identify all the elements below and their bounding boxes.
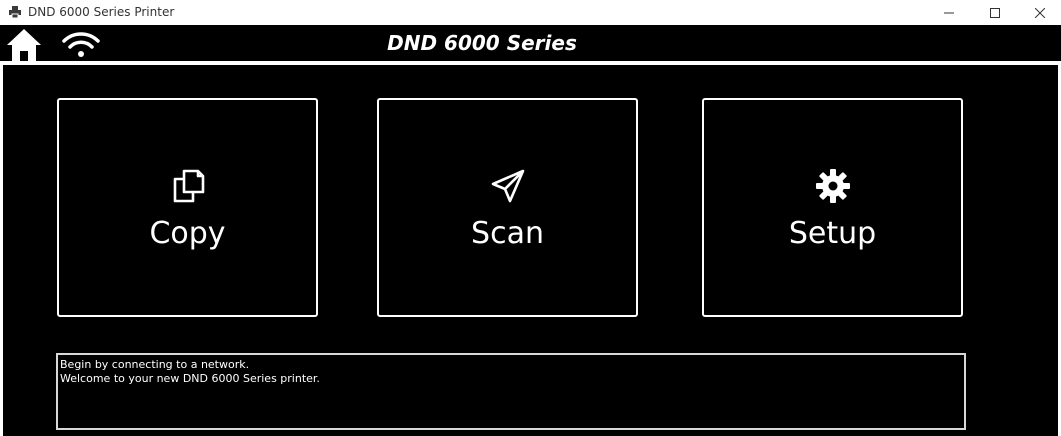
window-title: DND 6000 Series Printer bbox=[28, 5, 175, 19]
status-line: Begin by connecting to a network. bbox=[60, 358, 250, 371]
copy-icon bbox=[173, 169, 204, 203]
scan-tile-button[interactable]: Scan bbox=[377, 98, 638, 317]
gear-icon-wrap bbox=[704, 166, 961, 206]
close-button[interactable] bbox=[1017, 0, 1061, 25]
paper-plane-icon bbox=[491, 169, 524, 203]
gear-icon bbox=[815, 169, 850, 203]
header-bar: DND 6000 Series bbox=[0, 25, 1061, 61]
title-bar[interactable]: DND 6000 Series Printer bbox=[0, 0, 1061, 25]
setup-label: Setup bbox=[788, 216, 877, 251]
paper-plane-icon-wrap bbox=[379, 166, 636, 206]
scan-label: Scan bbox=[471, 216, 544, 251]
minimize-icon bbox=[944, 12, 954, 13]
copy-label: Copy bbox=[149, 216, 226, 251]
close-icon bbox=[1035, 7, 1045, 18]
status-line: Welcome to your new DND 6000 Series prin… bbox=[60, 372, 320, 385]
maximize-icon bbox=[990, 7, 1000, 18]
printer-app-icon bbox=[9, 6, 21, 18]
printer-window: DND 6000 Series Printer DND 6000 Series … bbox=[0, 0, 1061, 436]
copy-tile-button[interactable]: Copy bbox=[57, 98, 318, 317]
copy-icon-wrap bbox=[59, 166, 316, 206]
page-title: DND 6000 Series bbox=[387, 31, 577, 55]
main-panel: Copy Scan Setup Begin by connecting to a… bbox=[3, 65, 1058, 436]
maximize-button[interactable] bbox=[972, 0, 1018, 25]
status-log: Begin by connecting to a network. Welcom… bbox=[56, 353, 966, 430]
setup-tile-button[interactable]: Setup bbox=[702, 98, 963, 317]
minimize-button[interactable] bbox=[926, 0, 972, 25]
